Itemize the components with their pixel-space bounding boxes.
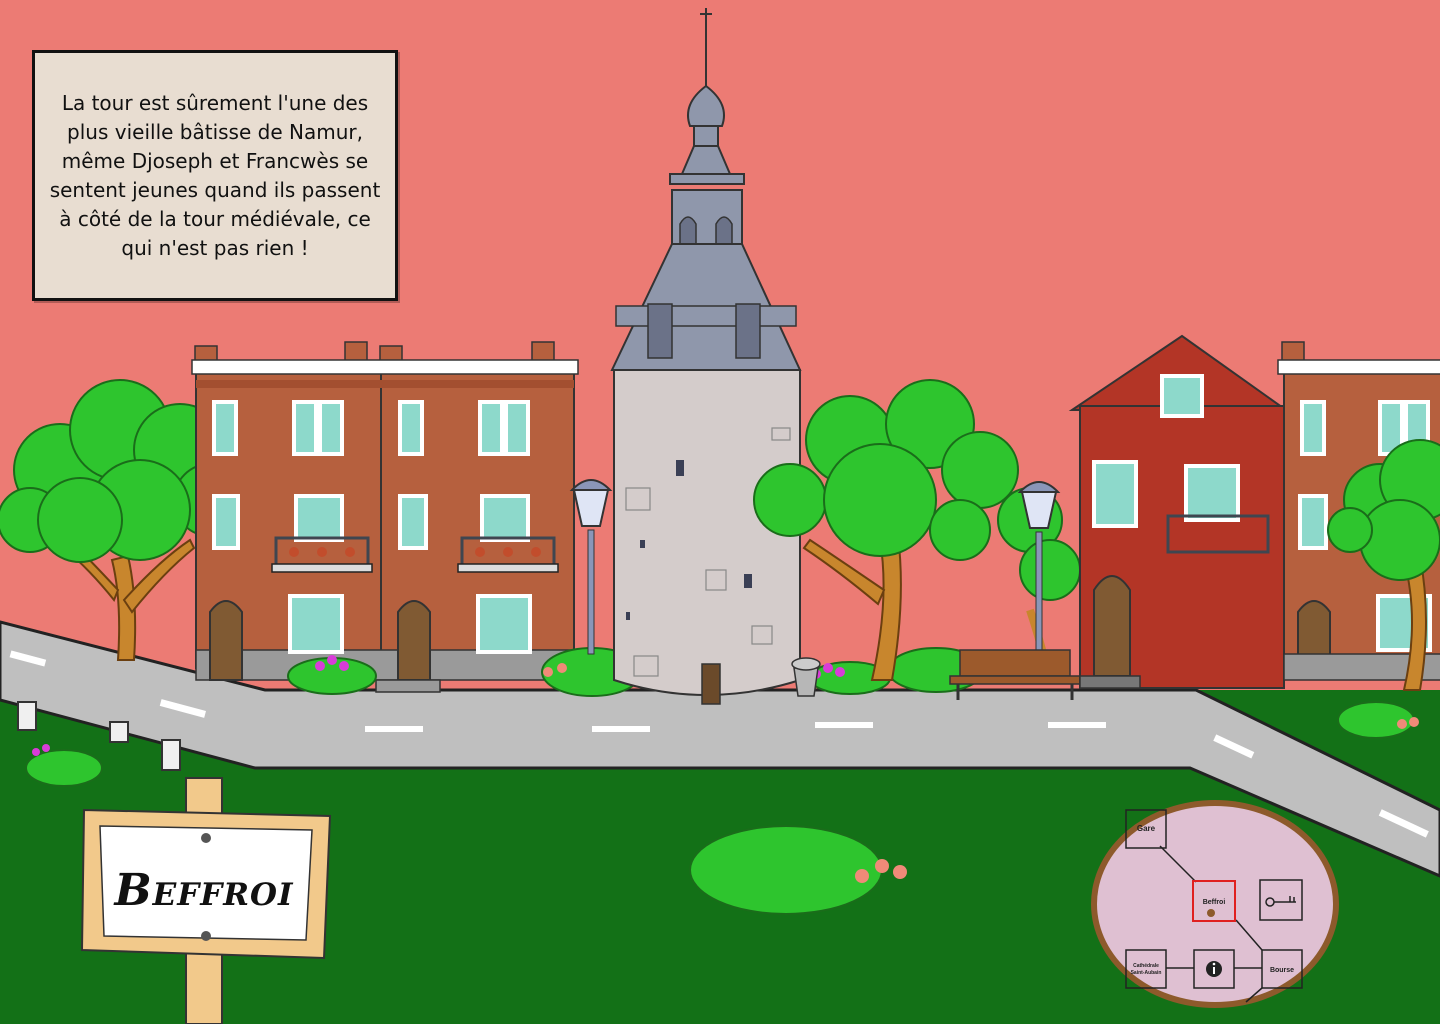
minimap-room-beffroi[interactable]: Beffroi xyxy=(1203,899,1226,906)
minimap-room-bourse[interactable]: Bourse xyxy=(1270,967,1294,974)
narration-dialog: La tour est sûrement l'une des plus viei… xyxy=(32,50,398,301)
info-icon xyxy=(1206,961,1222,977)
minimap-room-gare[interactable]: Gare xyxy=(1137,824,1156,833)
narration-text: La tour est sûrement l'une des plus viei… xyxy=(49,91,381,260)
minimap-room-cathedrale-2: Saint-Aubain xyxy=(1131,970,1162,976)
player-marker-icon xyxy=(1207,909,1215,917)
brick-buildings-left xyxy=(191,341,579,693)
red-house xyxy=(1068,334,1290,689)
location-sign-label: Beffroi xyxy=(114,865,294,916)
minimap[interactable]: Gare Beffroi Cathédrale Saint-Aubain Bou… xyxy=(1091,800,1339,1008)
minimap-room-cathedrale[interactable]: Cathédrale xyxy=(1133,963,1159,969)
